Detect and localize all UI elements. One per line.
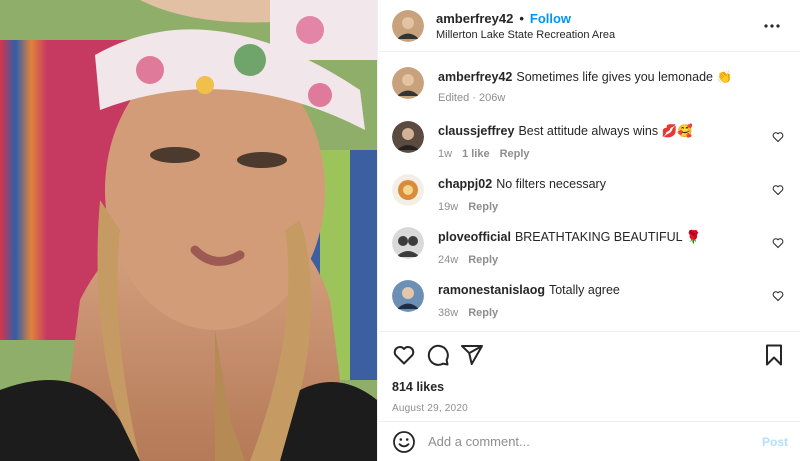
share-paper-plane-icon[interactable]	[460, 343, 484, 367]
caption: amberfrey42 Sometimes life gives you lemo…	[392, 67, 784, 104]
comment-age: 19w	[438, 201, 459, 213]
post-comment-button[interactable]: Post	[762, 435, 788, 449]
comment-username[interactable]: chappj02	[438, 177, 492, 191]
caption-username[interactable]: amberfrey42	[438, 70, 512, 84]
separator-dot: •	[519, 10, 524, 26]
comment-text: BREATHTAKING BEAUTIFUL 🌹	[514, 230, 702, 244]
caption-text: Sometimes life gives you lemonade 👏	[516, 70, 733, 84]
comment-composer: Post	[378, 421, 800, 461]
more-options-icon[interactable]	[760, 14, 784, 38]
caption-meta: Edited · 206w	[438, 92, 506, 104]
reply-button[interactable]: Reply	[500, 148, 530, 160]
comment-avatar[interactable]	[392, 174, 424, 206]
comment-age: 38w	[438, 307, 459, 319]
comment-item: ramonestanislaog Totally agree 38w Reply	[392, 280, 784, 319]
comment-item: plovеofficial BREATHTAKING BEAUTIFUL 🌹 24…	[392, 227, 784, 266]
comment-avatar[interactable]	[392, 121, 424, 153]
comment-input[interactable]	[428, 434, 762, 449]
emoji-smiley-icon[interactable]	[392, 430, 416, 454]
comment-bubble-icon[interactable]	[426, 343, 450, 367]
follow-button[interactable]: Follow	[530, 11, 571, 26]
post-view: amberfrey42 • Follow Millerton Lake Stat…	[0, 0, 800, 461]
post-date: August 29, 2020	[392, 403, 468, 414]
like-comment-heart-icon[interactable]	[772, 290, 784, 302]
comment-username[interactable]: plovеofficial	[438, 230, 511, 244]
comment-text: Totally agree	[548, 283, 620, 297]
like-heart-icon[interactable]	[392, 343, 416, 367]
post-header: amberfrey42 • Follow Millerton Lake Stat…	[378, 0, 800, 52]
like-comment-heart-icon[interactable]	[772, 237, 784, 249]
selfie-photo	[0, 0, 377, 461]
comments-list[interactable]: amberfrey42 Sometimes life gives you lemo…	[378, 53, 800, 331]
comment-text: No filters necessary	[496, 177, 606, 191]
reply-button[interactable]: Reply	[468, 307, 498, 319]
reply-button[interactable]: Reply	[468, 254, 498, 266]
like-comment-heart-icon[interactable]	[772, 184, 784, 196]
comment-username[interactable]: ramonestanislaog	[438, 283, 545, 297]
comment-username[interactable]: claussjeffrey	[438, 124, 514, 138]
reply-button[interactable]: Reply	[468, 201, 498, 213]
comment-item: chappj02 No filters necessary 19w Reply	[392, 174, 784, 213]
save-bookmark-icon[interactable]	[762, 343, 786, 367]
location-link[interactable]: Millerton Lake State Recreation Area	[436, 29, 760, 41]
post-actions: 814 likes August 29, 2020	[378, 331, 800, 414]
comment-age: 24w	[438, 254, 459, 266]
comment-avatar[interactable]	[392, 227, 424, 259]
post-photo[interactable]	[0, 0, 377, 461]
likes-count[interactable]: 814 likes	[392, 380, 786, 394]
author-username[interactable]: amberfrey42	[436, 11, 513, 26]
comment-text: Best attitude always wins 💋🥰	[518, 124, 693, 138]
caption-avatar[interactable]	[392, 67, 424, 99]
author-avatar[interactable]	[392, 9, 424, 42]
details-panel: amberfrey42 • Follow Millerton Lake Stat…	[377, 0, 800, 461]
comment-avatar[interactable]	[392, 280, 424, 312]
like-comment-heart-icon[interactable]	[772, 131, 784, 143]
comment-item: claussjeffrey Best attitude always wins 💋…	[392, 121, 784, 160]
action-icons	[392, 340, 786, 370]
comment-age: 1w	[438, 148, 453, 160]
comment-likes[interactable]: 1 like	[462, 148, 490, 160]
